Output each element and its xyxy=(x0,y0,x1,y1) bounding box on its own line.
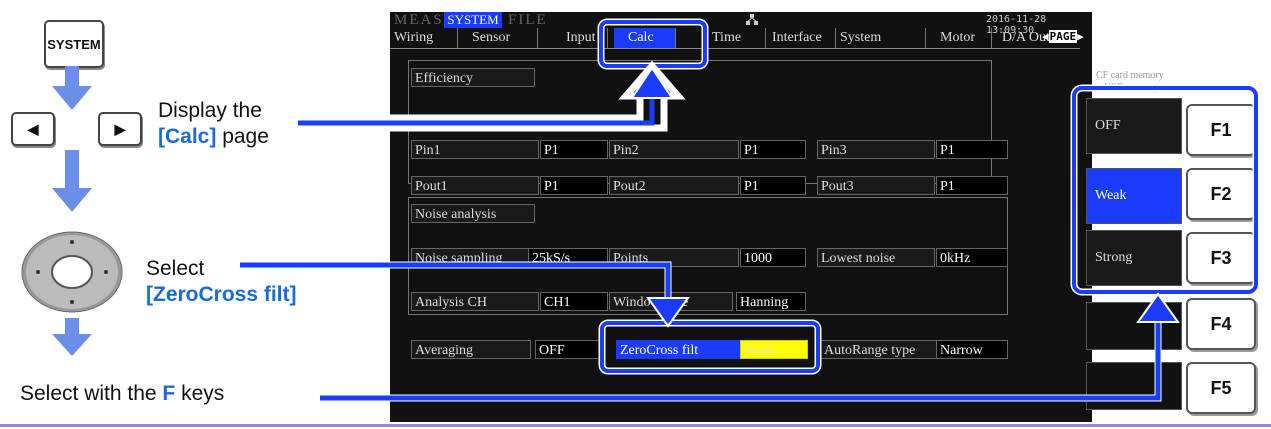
calc-arrow-halo xyxy=(298,60,686,132)
zerocross-arrow-line xyxy=(240,262,671,300)
zerocross-highlight-box xyxy=(600,321,820,373)
zerocross-highlight-halo xyxy=(598,319,822,375)
bottom-rule xyxy=(0,424,1271,427)
fkey-arrow-line xyxy=(320,320,1161,401)
softkey-highlight-halo xyxy=(1070,84,1260,296)
softkey-highlight-box xyxy=(1072,86,1258,294)
callout-overlay xyxy=(0,18,1271,427)
fkey-arrow-head xyxy=(1136,292,1180,323)
calc-highlight-halo xyxy=(597,18,709,70)
calc-highlight-box xyxy=(599,20,707,68)
